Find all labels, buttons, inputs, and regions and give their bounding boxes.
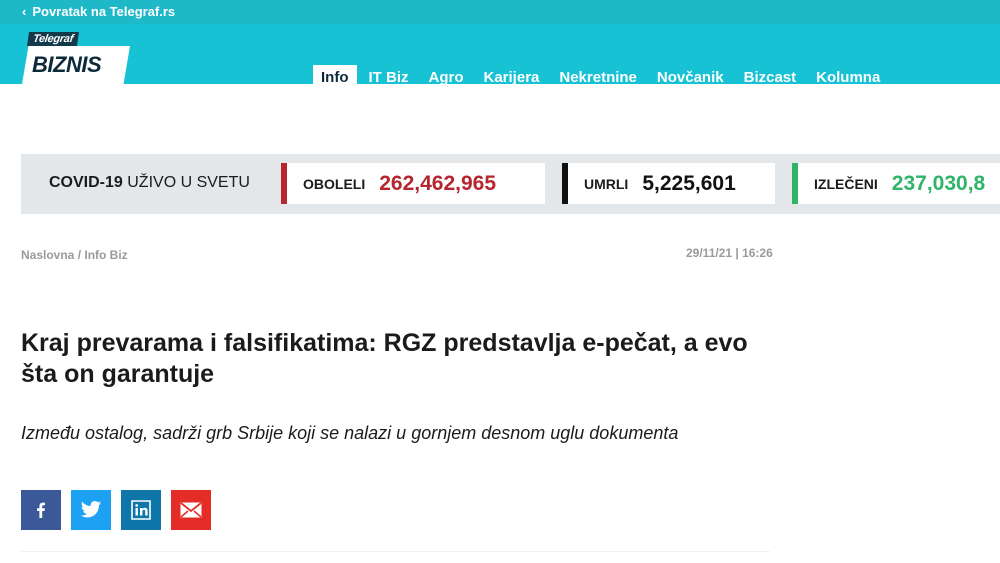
share-facebook-button[interactable] — [21, 490, 61, 530]
logo-main-text: BIZNIS — [32, 52, 102, 77]
twitter-icon — [80, 501, 102, 518]
nav-item-karijera[interactable]: Karijera — [476, 65, 548, 91]
covid-title-rest: UŽIVO U SVETU — [122, 174, 250, 191]
facebook-icon — [37, 502, 45, 518]
covid-stat-recovered: IZLEČENI 237,030,8 — [792, 163, 1000, 204]
covid-stat-value: 5,225,601 — [642, 171, 736, 195]
covid-stat-deaths: UMRLI 5,225,601 — [562, 163, 775, 204]
covid-stat-label: IZLEČENI — [814, 175, 878, 192]
covid-title: COVID-19 UŽIVO U SVETU — [49, 174, 250, 192]
share-email-button[interactable] — [171, 490, 211, 530]
nav-item-info[interactable]: Info — [313, 65, 357, 91]
chevron-left-icon: ‹ — [22, 4, 27, 19]
share-twitter-button[interactable] — [71, 490, 111, 530]
logo-main-plate: BIZNIS — [22, 46, 130, 84]
covid-stat-bar — [562, 163, 568, 204]
share-linkedin-button[interactable] — [121, 490, 161, 530]
article-date: 29/11/21 | 16:26 — [686, 246, 773, 260]
nav-item-it-biz[interactable]: IT Biz — [361, 65, 417, 91]
site-header: BIZNIS Telegraf Info IT Biz Agro Karijera Ne… — [0, 24, 1000, 91]
nav-item-kolumna[interactable]: Kolumna — [808, 65, 888, 91]
share-buttons — [21, 490, 221, 530]
covid-stat-bar — [792, 163, 798, 204]
nav-item-agro[interactable]: Agro — [421, 65, 472, 91]
covid-ticker: COVID-19 UŽIVO U SVETU OBOLELI 262,462,9… — [21, 154, 1000, 214]
top-bar: ‹ Povratak na Telegraf.rs — [0, 0, 1000, 24]
covid-stat-infected: OBOLELI 262,462,965 — [281, 163, 545, 204]
breadcrumb[interactable]: Naslovna / Info Biz — [21, 248, 128, 262]
nav-item-nekretnine[interactable]: Nekretnine — [551, 65, 645, 91]
covid-stat-label: UMRLI — [584, 175, 629, 192]
article-title: Kraj prevarama i falsifikatima: RGZ pred… — [21, 329, 748, 388]
nav-item-bizcast[interactable]: Bizcast — [736, 65, 805, 91]
nav-item-nov-anik[interactable]: Novčanik — [649, 65, 732, 91]
content-divider — [21, 551, 770, 552]
telegraf-biznis-logo[interactable]: BIZNIS Telegraf — [22, 32, 132, 84]
back-link-label: Povratak na Telegraf.rs — [32, 4, 176, 19]
email-icon — [180, 502, 202, 518]
logo-top-text: Telegraf — [27, 32, 79, 46]
covid-stat-bar — [281, 163, 287, 204]
covid-stat-value: 237,030,8 — [891, 171, 986, 195]
covid-stat-label: OBOLELI — [303, 175, 366, 192]
back-to-telegraf-link[interactable]: ‹ Povratak na Telegraf.rs — [22, 4, 175, 19]
article-lead: Između ostalog, sadrži grb Srbije koji s… — [21, 423, 679, 443]
linkedin-icon — [131, 500, 151, 520]
covid-title-bold: COVID-19 — [49, 174, 123, 191]
covid-stat-value: 262,462,965 — [379, 171, 497, 195]
main-nav: Info IT Biz Agro Karijera Nekretnine Novčanik… — [313, 65, 892, 91]
